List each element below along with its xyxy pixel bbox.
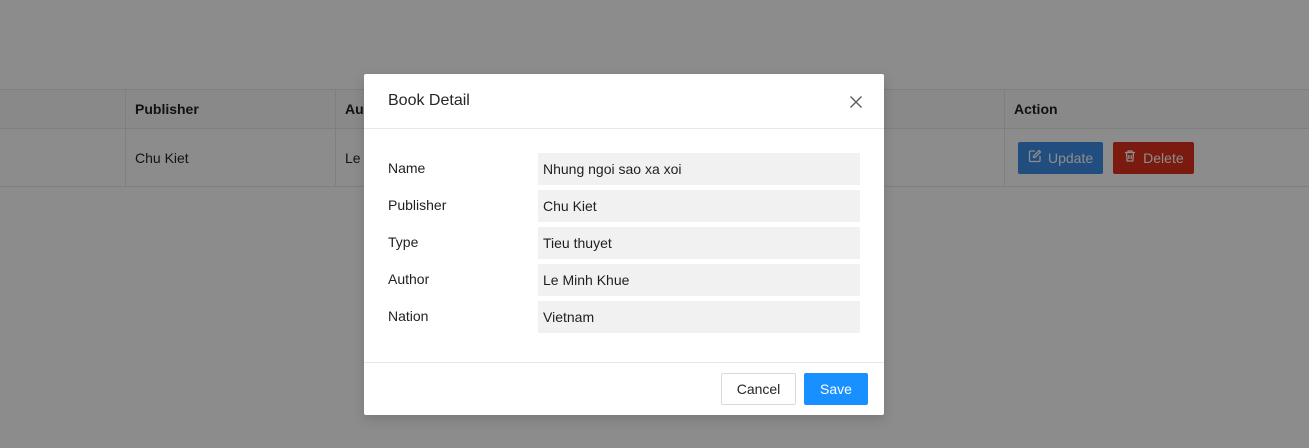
cancel-button[interactable]: Cancel (721, 373, 796, 405)
form-row-publisher: Publisher (388, 190, 860, 227)
form-row-name: Name (388, 153, 860, 190)
save-button[interactable]: Save (804, 373, 868, 405)
author-field[interactable] (538, 264, 860, 296)
publisher-label: Publisher (388, 197, 447, 213)
nation-label: Nation (388, 308, 429, 324)
type-field[interactable] (538, 227, 860, 259)
close-icon[interactable] (846, 92, 866, 112)
form-row-type: Type (388, 227, 860, 264)
modal-body: Name Publisher Type Author Nation (364, 129, 884, 362)
publisher-field[interactable] (538, 190, 860, 222)
modal-title: Book Detail (388, 92, 470, 109)
form-row-nation: Nation (388, 301, 860, 338)
type-label: Type (388, 234, 419, 250)
modal-header: Book Detail (364, 74, 884, 129)
nation-field[interactable] (538, 301, 860, 333)
name-field[interactable] (538, 153, 860, 185)
modal-footer: Cancel Save (364, 362, 884, 415)
form-row-author: Author (388, 264, 860, 301)
author-label: Author (388, 271, 430, 287)
book-detail-modal: Book Detail Name Publisher Type Author N… (364, 74, 884, 415)
name-label: Name (388, 160, 426, 176)
